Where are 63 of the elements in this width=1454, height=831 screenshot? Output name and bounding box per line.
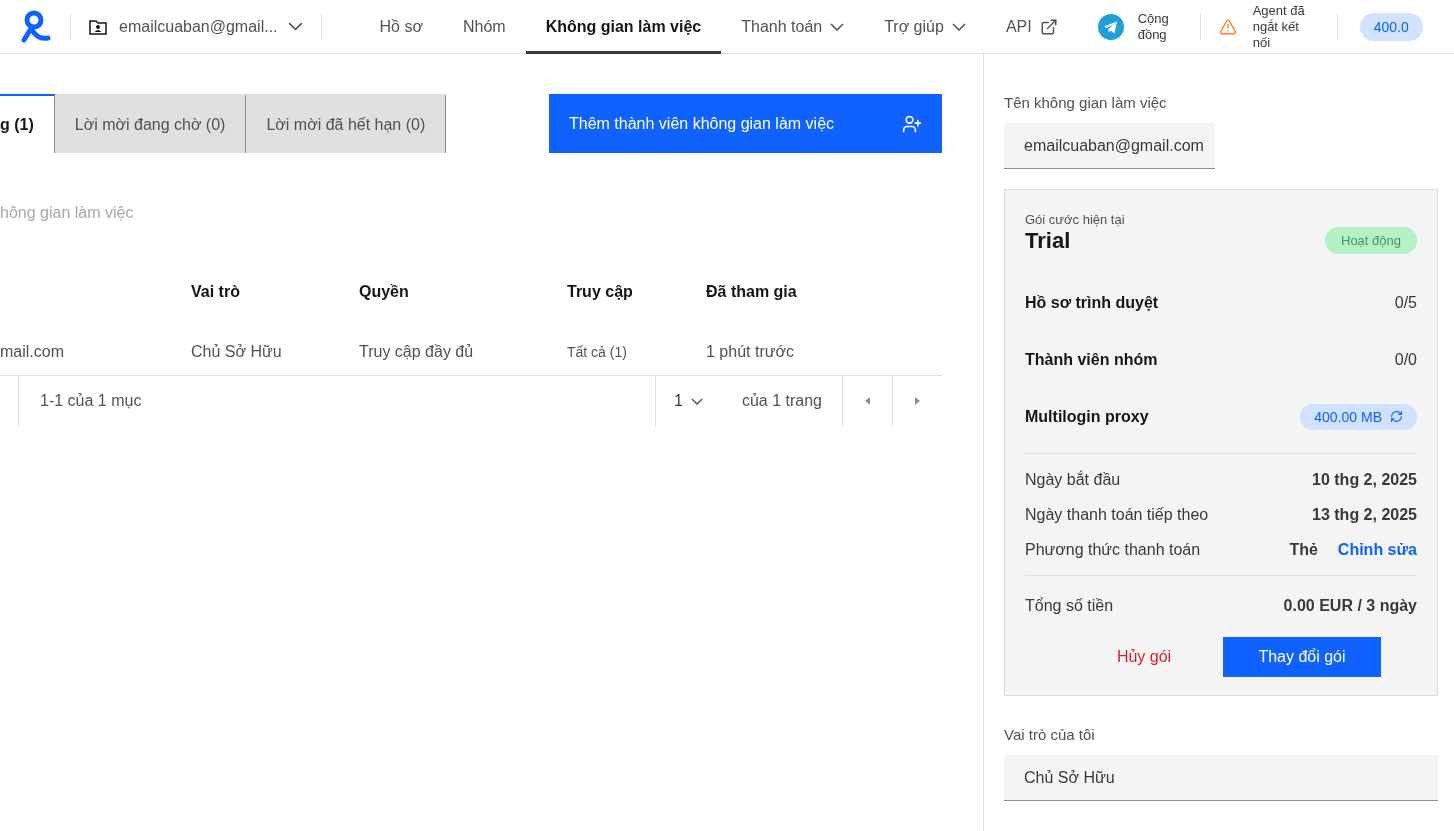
- nav-item[interactable]: Không gian làm việc: [525, 0, 722, 54]
- tab[interactable]: Lời mời đã hết hạn (0): [246, 94, 447, 153]
- add-member-button[interactable]: Thêm thành viên không gian làm việc: [549, 94, 942, 153]
- folder-user-icon: [89, 18, 107, 35]
- nav-item[interactable]: Hồ sơ: [359, 0, 443, 54]
- detail-label: Ngày thanh toán tiếp theo: [1025, 505, 1209, 524]
- stat-value: 0/5: [1394, 293, 1417, 312]
- column-header: Truy cập: [567, 282, 634, 302]
- total-value: 0.00 EUR / 3 ngày: [1283, 596, 1417, 615]
- stat-value: 0/0: [1394, 350, 1417, 369]
- table-cell: mail.com: [0, 328, 191, 376]
- community-link[interactable]: Cộng đồng: [1137, 10, 1182, 43]
- page-select[interactable]: 1: [655, 376, 721, 426]
- edit-link[interactable]: Chỉnh sửa: [1337, 540, 1417, 559]
- plan-caption: Gói cước hiện tại: [1025, 212, 1126, 227]
- table-cell: Tất cả (1): [567, 328, 706, 376]
- field-label: Tên không gian làm việc: [1004, 94, 1168, 111]
- nav-item[interactable]: Nhóm: [442, 0, 526, 54]
- warning-icon: [1218, 17, 1237, 36]
- detail-value: 10 thg 2, 2025: [1312, 470, 1417, 489]
- tab[interactable]: g (1): [0, 94, 55, 153]
- workspace-name-field[interactable]: emailcuaban@gmail.com: [1004, 123, 1215, 169]
- nav-item[interactable]: Trợ giúp: [864, 0, 986, 54]
- detail-label: Phương thức thanh toán: [1025, 540, 1201, 559]
- external-link-icon: [1039, 17, 1058, 36]
- column-header: Quyền: [359, 282, 410, 302]
- total-label: Tổng số tiền: [1025, 596, 1114, 615]
- status-badge: Hoạt động: [1325, 227, 1417, 254]
- role-field: Chủ Sở Hữu: [1004, 755, 1438, 801]
- chevron-down-icon: [287, 22, 303, 31]
- chevron-down-icon: [690, 397, 703, 405]
- chevron-down-icon: [830, 22, 845, 31]
- balance-badge: 400.0: [1359, 12, 1423, 41]
- caret-left-icon: [865, 397, 870, 405]
- detail-value: 13 thg 2, 2025: [1312, 505, 1417, 524]
- nav-item[interactable]: Thanh toán: [721, 0, 865, 54]
- stat-label: Hồ sơ trình duyệt: [1025, 293, 1159, 312]
- column-header: Vai trò: [191, 282, 241, 302]
- detail-value: Thẻ: [1289, 540, 1318, 559]
- plan-name: Trial: [1025, 227, 1071, 254]
- page-count-text: của 1 trang: [740, 391, 823, 411]
- nav-item[interactable]: API: [985, 0, 1078, 54]
- field-label: Vai trò của tôi: [1004, 726, 1096, 743]
- user-plus-icon: [902, 113, 922, 134]
- table-cell: Truy cập đầy đủ: [359, 328, 567, 376]
- logo-icon[interactable]: [20, 9, 52, 44]
- item-range-text: 1-1 của 1 mục: [39, 391, 142, 411]
- refresh-icon: [1390, 410, 1403, 423]
- change-plan-button[interactable]: Thay đổi gói: [1223, 637, 1381, 677]
- column-header: Đã tham gia: [706, 282, 798, 302]
- telegram-icon[interactable]: [1097, 13, 1124, 40]
- caret-right-icon: [915, 397, 920, 405]
- tab[interactable]: Lời mời đang chờ (0): [54, 94, 247, 153]
- agent-status-text: Agent đã ngắt kết nối: [1252, 2, 1306, 51]
- proxy-usage-badge: 400.00 MB: [1300, 403, 1417, 430]
- chevron-down-icon: [951, 22, 966, 31]
- stat-label: Thành viên nhóm: [1025, 350, 1158, 369]
- workspace-select[interactable]: emailcuaban@gmail...: [119, 17, 303, 36]
- detail-label: Ngày bắt đầu: [1025, 470, 1121, 489]
- table-cell: Chủ Sở Hữu: [191, 328, 359, 376]
- cancel-plan-button[interactable]: Hủy gói: [1065, 637, 1223, 677]
- table-cell: 1 phút trước: [706, 328, 942, 376]
- stat-label: Multilogin proxy: [1025, 407, 1149, 426]
